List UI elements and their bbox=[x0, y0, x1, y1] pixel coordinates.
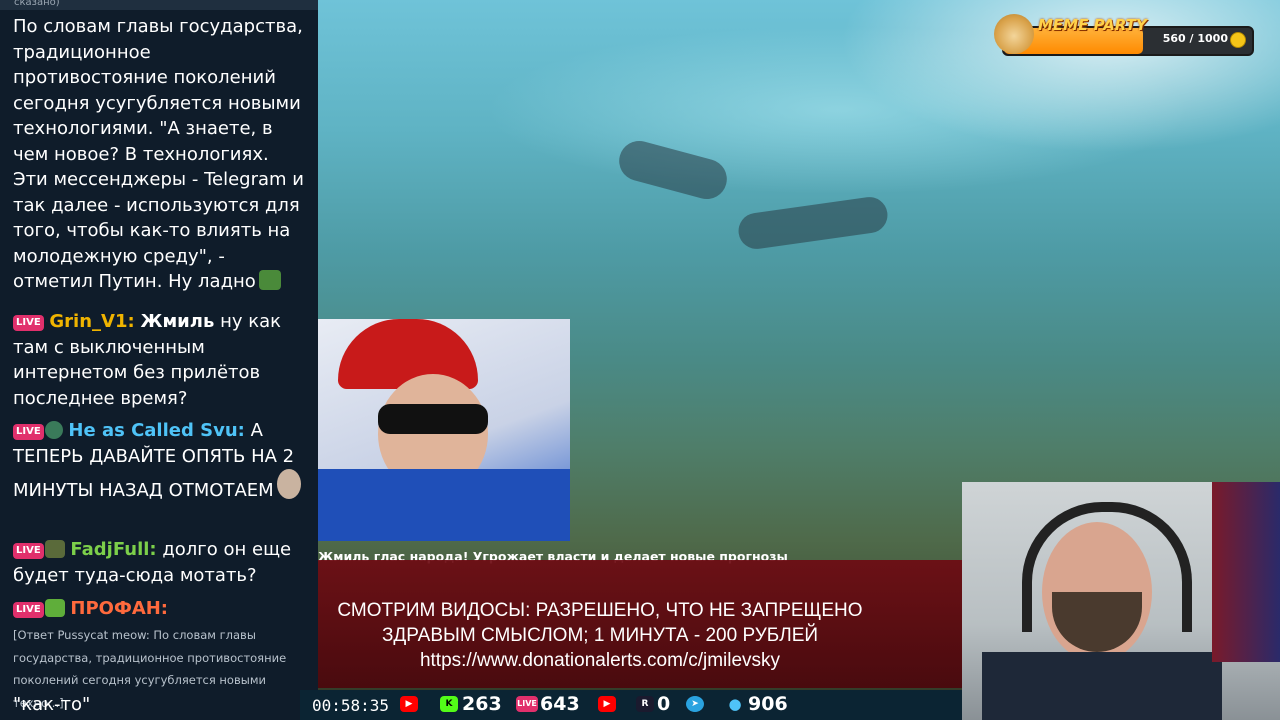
chat-message-text: По словам главы государства, традиционно… bbox=[13, 16, 304, 292]
kick-count: 263 bbox=[462, 693, 502, 715]
banner-line-2: ЗДРАВЫМ СМЫСЛОМ; 1 МИНУТА - 200 РУБЛЕЙ bbox=[381, 625, 819, 646]
live-badge-icon: LIVE bbox=[13, 315, 44, 331]
chat-message: LIVE Grin_V1: Жмиль ну как там с выключе… bbox=[13, 309, 309, 411]
chat-header-snippet: сказано) bbox=[14, 0, 60, 8]
chat-message-bold: Жмиль bbox=[140, 311, 215, 332]
chat-nick[interactable]: He as Called Svu: bbox=[68, 420, 244, 441]
chat-nick[interactable]: ПРОФАН: bbox=[70, 598, 168, 619]
hoodie-shape bbox=[318, 469, 570, 541]
chat-panel: сказано) По словам главы государства, тр… bbox=[0, 0, 318, 720]
globe-emote-icon bbox=[44, 421, 63, 439]
robot-emote-icon bbox=[44, 540, 65, 558]
clover-emote-icon bbox=[44, 599, 65, 617]
shirt-shape bbox=[982, 652, 1222, 720]
flag-shape bbox=[1212, 482, 1280, 662]
viewers-count: 906 bbox=[748, 693, 788, 715]
rutube-icon: R bbox=[636, 696, 654, 712]
meme-party-widget: MEME PARTY 560 / 1000 bbox=[994, 12, 1256, 56]
donation-banner-text: СМОТРИМ ВИДОСЫ: РАЗРЕШЕНО, ЧТО НЕ ЗАПРЕЩ… bbox=[318, 598, 882, 673]
rutube-count: 0 bbox=[657, 693, 671, 715]
telegram-icon: ➤ bbox=[686, 696, 704, 712]
live-platform-icon: LIVE bbox=[516, 696, 538, 712]
banner-line-3[interactable]: https://www.donationalerts.com/c/jmilevs… bbox=[318, 648, 882, 673]
doge-icon bbox=[994, 14, 1034, 54]
viewers-icon: ● bbox=[728, 695, 742, 713]
chat-message: По словам главы государства, традиционно… bbox=[13, 14, 309, 295]
diver-shape bbox=[736, 194, 890, 252]
diver-shape bbox=[614, 136, 732, 204]
chat-nick[interactable]: Grin_V1: bbox=[49, 311, 134, 332]
live-badge-icon: LIVE bbox=[13, 602, 44, 618]
live-badge-icon: LIVE bbox=[13, 424, 44, 440]
coin-icon bbox=[1230, 32, 1246, 48]
mask-shape bbox=[378, 404, 488, 434]
guest-webcam bbox=[318, 319, 570, 541]
chat-nick[interactable]: FadjFull: bbox=[70, 539, 156, 560]
chat-message: LIVE He as Called Svu: А ТЕПЕРЬ ДАВАЙТЕ … bbox=[13, 418, 309, 504]
face-emote-icon bbox=[276, 469, 301, 499]
youtube-icon: ▶ bbox=[598, 696, 616, 712]
stream-stats-bar: 00:58:35 ▶ K 263 LIVE 643 ▶ R 0 ➤ ● 906 bbox=[300, 690, 962, 720]
chat-message: LIVE ПРОФАН: bbox=[13, 596, 309, 622]
santa-hat-shape bbox=[338, 319, 478, 389]
banner-line-1: СМОТРИМ ВИДОСЫ: РАЗРЕШЕНО, ЧТО НЕ ЗАПРЕЩ… bbox=[337, 600, 863, 621]
meme-party-title: MEME PARTY bbox=[1038, 16, 1147, 34]
youtube-icon: ▶ bbox=[400, 696, 418, 712]
chat-header-strip: сказано) bbox=[0, 0, 318, 10]
chat-last-line: "как-то" bbox=[13, 694, 91, 715]
streamer-webcam bbox=[962, 482, 1280, 720]
chat-message: LIVE FadjFull: долго он еще будет туда-с… bbox=[13, 537, 309, 588]
stream-timer: 00:58:35 bbox=[312, 696, 390, 715]
live-badge-icon: LIVE bbox=[13, 543, 44, 559]
frog-emote-icon bbox=[258, 270, 281, 290]
meme-party-value: 560 / 1000 bbox=[1162, 32, 1228, 45]
kick-icon: K bbox=[440, 696, 458, 712]
live-count: 643 bbox=[540, 693, 580, 715]
